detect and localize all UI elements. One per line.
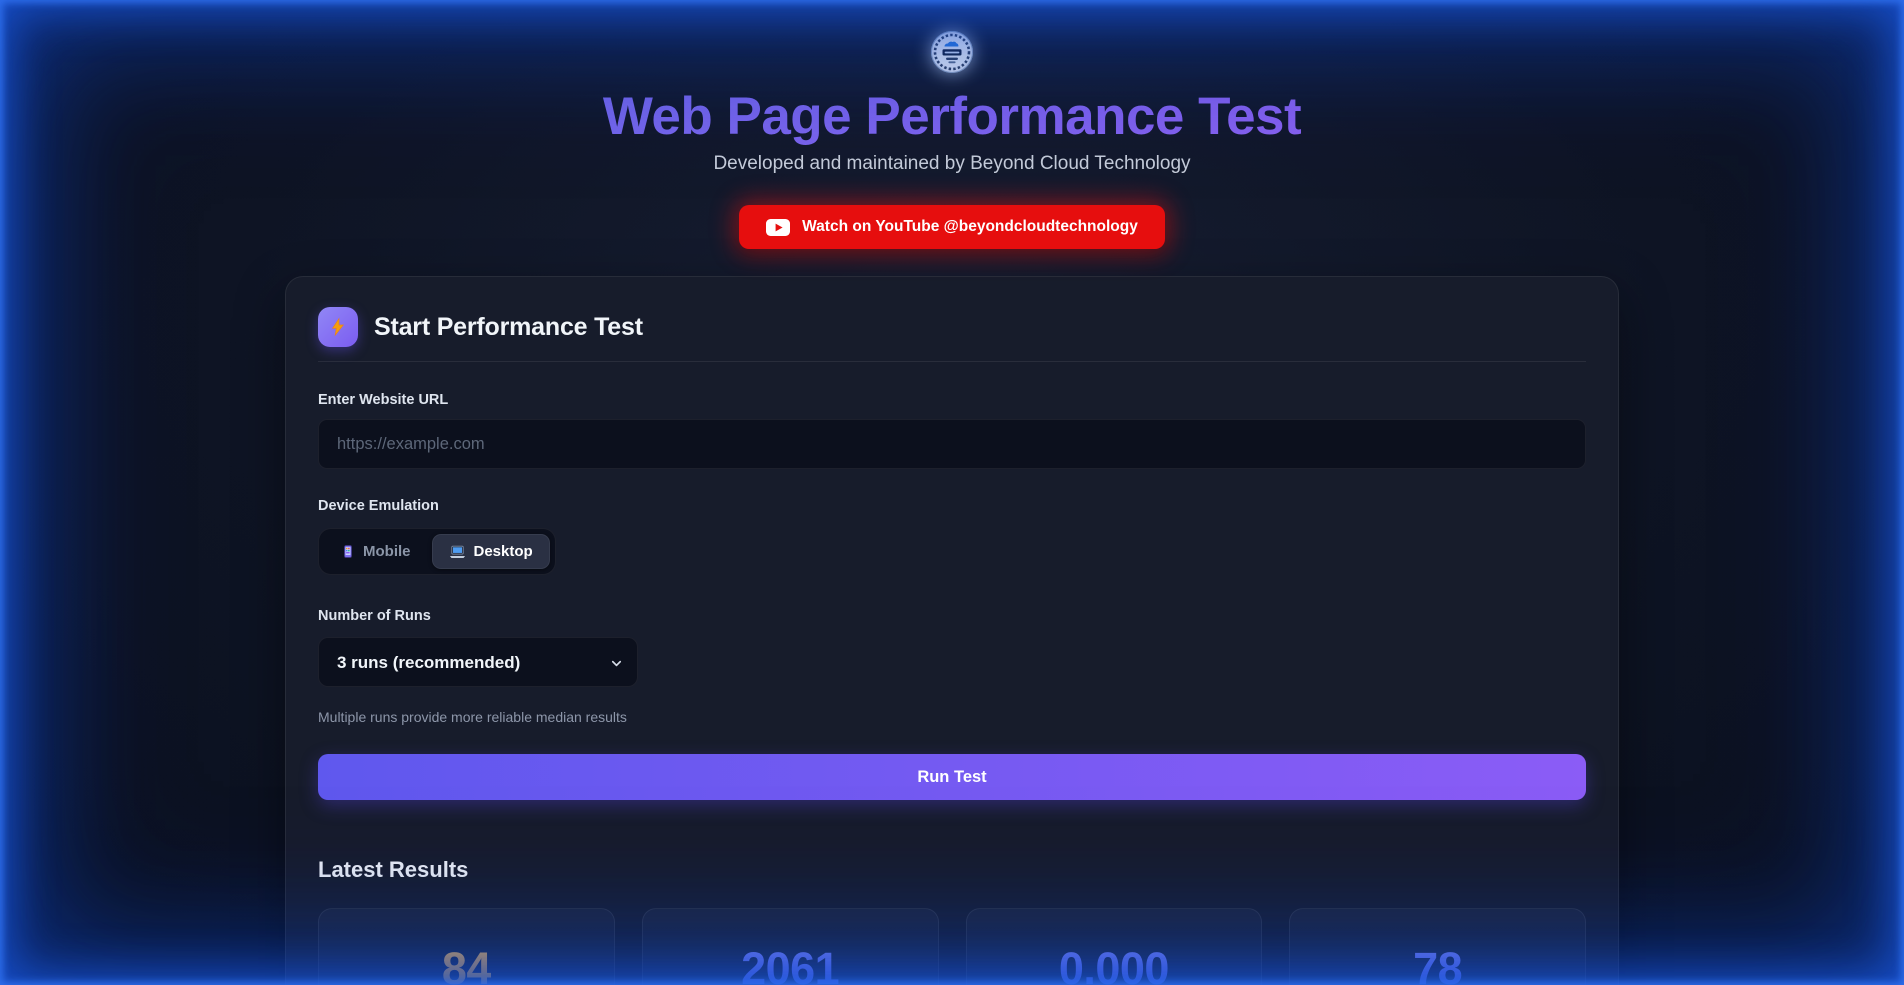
start-performance-test-card: Start Performance Test Enter Website URL…: [285, 276, 1619, 985]
result-value: 84: [442, 943, 491, 985]
laptop-icon: [449, 545, 466, 559]
device-option-desktop-label: Desktop: [474, 543, 533, 560]
result-card: 84: [318, 908, 615, 985]
card-title: Start Performance Test: [374, 313, 643, 342]
device-option-desktop[interactable]: Desktop: [432, 534, 550, 569]
page-subtitle: Developed and maintained by Beyond Cloud…: [285, 153, 1619, 175]
run-test-button[interactable]: Run Test: [318, 754, 1586, 800]
page-background: Web Page Performance Test Developed and …: [285, 0, 1619, 985]
result-card: 78: [1289, 908, 1586, 985]
device-option-mobile-label: Mobile: [363, 543, 411, 560]
device-emulation-label: Device Emulation: [318, 498, 1586, 514]
latest-results-title: Latest Results: [318, 857, 1586, 883]
youtube-play-icon: [766, 219, 790, 236]
result-card: 0.000: [966, 908, 1263, 985]
page-title: Web Page Performance Test: [285, 87, 1619, 146]
site-logo-icon: [930, 30, 974, 74]
youtube-button-label: Watch on YouTube @beyondcloudtechnology: [802, 218, 1138, 236]
runs-select-wrapper: 3 runs (recommended): [318, 637, 638, 687]
youtube-button[interactable]: Watch on YouTube @beyondcloudtechnology: [739, 205, 1165, 249]
url-label: Enter Website URL: [318, 392, 1586, 408]
divider: [318, 361, 1586, 362]
result-value: 78: [1413, 943, 1462, 985]
device-option-mobile[interactable]: Mobile: [324, 534, 428, 569]
result-value: 0.000: [1059, 943, 1169, 985]
runs-select[interactable]: 3 runs (recommended): [319, 638, 637, 686]
hero-header: Web Page Performance Test Developed and …: [285, 30, 1619, 249]
runs-help-text: Multiple runs provide more reliable medi…: [318, 709, 1586, 725]
website-url-input[interactable]: [318, 419, 1586, 469]
card-header: Start Performance Test: [318, 307, 1586, 347]
mobile-phone-icon: [341, 544, 355, 559]
device-toggle: Mobile Desktop: [318, 528, 556, 575]
number-of-runs-label: Number of Runs: [318, 608, 1586, 624]
results-grid: 84 2061 0.000 78: [318, 908, 1586, 985]
result-card: 2061: [642, 908, 939, 985]
result-value: 2061: [741, 943, 839, 985]
lightning-icon: [318, 307, 358, 347]
